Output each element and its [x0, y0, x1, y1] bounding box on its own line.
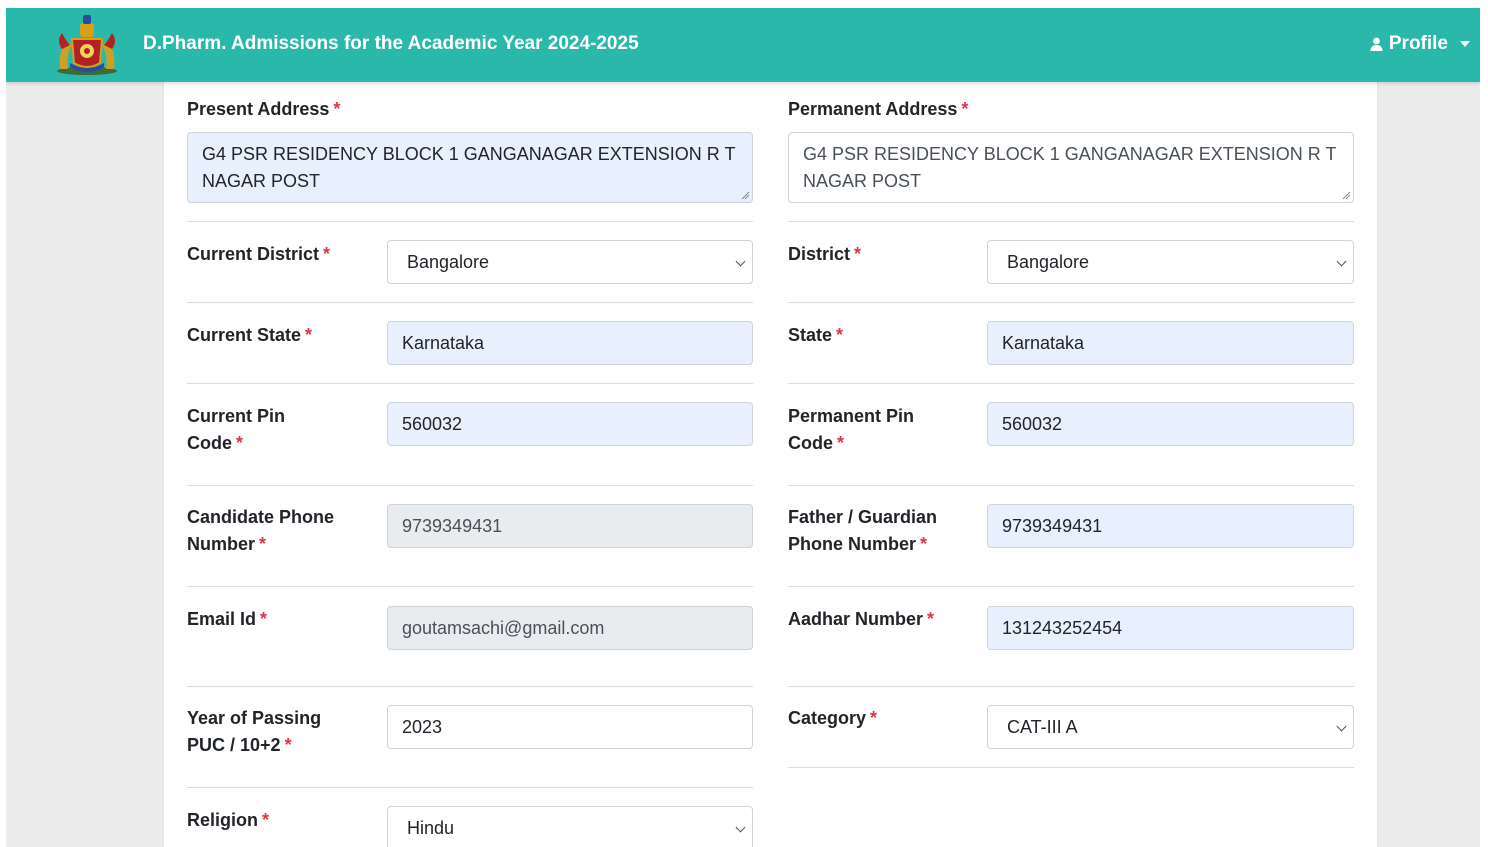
- current-state-input[interactable]: Karnataka: [387, 321, 753, 365]
- religion-select[interactable]: Hindu: [387, 806, 753, 847]
- category-value: CAT-III A: [1007, 716, 1078, 737]
- address-form-card: Present Address * G4 PSR RESIDENCY BLOCK …: [164, 82, 1377, 847]
- browser-viewport: D.Pharm. Admissions for the Academic Yea…: [6, 8, 1480, 847]
- profile-menu[interactable]: Profile: [1370, 33, 1470, 55]
- page-title: D.Pharm. Admissions for the Academic Yea…: [143, 33, 639, 54]
- current-district-label: Current District *: [187, 244, 331, 264]
- permanent-pin-label: Permanent Pin Code *: [788, 406, 915, 453]
- current-state-label: Current State *: [187, 325, 313, 345]
- chevron-down-icon: [1336, 721, 1347, 732]
- present-address-label: Present Address *: [187, 99, 341, 119]
- district-value: Bangalore: [1007, 251, 1090, 272]
- divider: [187, 221, 753, 222]
- chevron-down-icon: [735, 822, 746, 833]
- divider: [187, 302, 753, 303]
- aadhar-label: Aadhar Number *: [788, 609, 935, 629]
- chevron-down-icon: [735, 256, 746, 267]
- aadhar-value: 131243252454: [1002, 617, 1123, 638]
- candidate-phone-value: 9739349431: [402, 515, 503, 536]
- karnataka-emblem-logo: [57, 15, 117, 75]
- permanent-address-label: Permanent Address *: [788, 99, 969, 119]
- email-label: Email Id *: [187, 609, 268, 629]
- divider: [788, 485, 1354, 486]
- email-value: goutamsachi@gmail.com: [402, 617, 605, 638]
- aadhar-input[interactable]: 131243252454: [987, 606, 1354, 650]
- resize-grip-icon[interactable]: [741, 191, 750, 200]
- candidate-phone-label: Candidate Phone Number *: [187, 507, 335, 554]
- current-district-value: Bangalore: [407, 251, 490, 272]
- state-value: Karnataka: [1002, 332, 1085, 353]
- user-icon: [1370, 37, 1383, 51]
- divider: [187, 787, 753, 788]
- divider: [788, 302, 1354, 303]
- permanent-pin-value: 560032: [1002, 413, 1063, 434]
- top-navbar: D.Pharm. Admissions for the Academic Yea…: [6, 8, 1480, 82]
- divider: [187, 485, 753, 486]
- district-label: District *: [788, 244, 862, 264]
- year-passing-label: Year of Passing PUC / 10+2 *: [187, 708, 322, 755]
- year-passing-value: 2023: [402, 716, 443, 737]
- chevron-down-icon: [1336, 256, 1347, 267]
- state-label: State *: [788, 325, 844, 345]
- divider: [187, 383, 753, 384]
- profile-label: Profile: [1388, 33, 1448, 54]
- permanent-address-textarea[interactable]: G4 PSR RESIDENCY BLOCK 1 GANGANAGAR EXTE…: [788, 132, 1354, 203]
- divider: [788, 383, 1354, 384]
- category-label: Category *: [788, 708, 878, 728]
- candidate-phone-input: 9739349431: [387, 504, 753, 548]
- district-select[interactable]: Bangalore: [987, 240, 1354, 284]
- current-pin-input[interactable]: 560032: [387, 402, 753, 446]
- permanent-address-value: G4 PSR RESIDENCY BLOCK 1 GANGANAGAR EXTE…: [803, 144, 1337, 191]
- divider: [187, 686, 753, 687]
- guardian-phone-value: 9739349431: [1002, 515, 1103, 536]
- religion-label: Religion *: [187, 810, 270, 830]
- present-address-value: G4 PSR RESIDENCY BLOCK 1 GANGANAGAR EXTE…: [202, 144, 736, 191]
- category-select[interactable]: CAT-III A: [987, 705, 1354, 749]
- guardian-phone-input[interactable]: 9739349431: [987, 504, 1354, 548]
- resize-grip-icon[interactable]: [1342, 191, 1351, 200]
- divider: [788, 767, 1354, 768]
- current-pin-value: 560032: [402, 413, 463, 434]
- current-district-select[interactable]: Bangalore: [387, 240, 753, 284]
- present-address-textarea[interactable]: G4 PSR RESIDENCY BLOCK 1 GANGANAGAR EXTE…: [187, 132, 753, 203]
- divider: [187, 586, 753, 587]
- email-field: goutamsachi@gmail.com: [387, 606, 753, 650]
- permanent-pin-input[interactable]: 560032: [987, 402, 1354, 446]
- current-state-value: Karnataka: [402, 332, 485, 353]
- guardian-phone-label: Father / Guardian Phone Number *: [788, 507, 938, 554]
- current-pin-label: Current Pin Code *: [187, 406, 286, 453]
- divider: [788, 221, 1354, 222]
- religion-value: Hindu: [407, 817, 455, 838]
- year-passing-input[interactable]: 2023: [387, 705, 753, 749]
- divider: [788, 686, 1354, 687]
- caret-down-icon: [1460, 41, 1470, 47]
- state-input[interactable]: Karnataka: [987, 321, 1354, 365]
- divider: [788, 586, 1354, 587]
